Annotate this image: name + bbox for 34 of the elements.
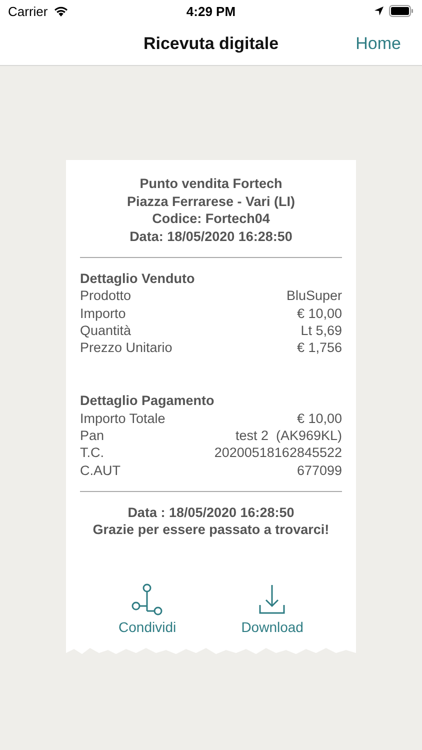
receipt-header-line: Punto vendita Fortech [138,175,284,192]
receipt-header-line: Codice: Fortech04 [151,210,271,228]
row-label: T.C. [80,444,104,462]
row-value: € 10,00 [296,304,342,322]
row-value: 20200518162845522 [214,444,342,462]
footer-line: Data : 18/05/2020 16:28:50 [126,504,296,522]
share-icon [130,582,164,617]
row-label: Quantità [80,322,132,340]
footer-line: Grazie per essere passato a trovarci! [92,521,330,539]
wifi-icon [52,5,69,17]
section-title: Dettaglio Venduto [80,270,196,288]
row-label: Importo Totale [80,410,166,428]
section-title: Dettaglio Pagamento [80,392,216,410]
row-value: Lt 5,69 [300,322,342,340]
row-label: Prezzo Unitario [80,339,172,356]
row-label: Importo [80,304,126,322]
row-value: BluSuper [286,287,342,305]
nav-title: Ricevuta digitale [143,34,279,54]
receipt-header-line: Data: 18/05/2020 16:28:50 [128,228,294,245]
row-label: C.AUT [80,462,120,479]
home-button[interactable]: Home [356,34,401,54]
battery-icon [389,5,414,17]
row-label: Pan [80,427,104,444]
download-button[interactable]: Download [241,582,304,635]
carrier-label: Carrier [8,4,48,18]
row-label: Prodotto [80,287,132,305]
row-value: test 2 (AK969KL) [235,427,342,444]
row-value: 677099 [296,462,342,479]
location-arrow-icon [374,6,384,16]
receipt-header-line: Piazza Ferrarese - Vari (LI) [126,192,296,210]
row-value: € 1,756 [296,339,342,356]
row-value: € 10,00 [296,410,342,428]
share-button[interactable]: Condividi [118,582,176,635]
status-time: 4:29 PM [186,4,236,18]
